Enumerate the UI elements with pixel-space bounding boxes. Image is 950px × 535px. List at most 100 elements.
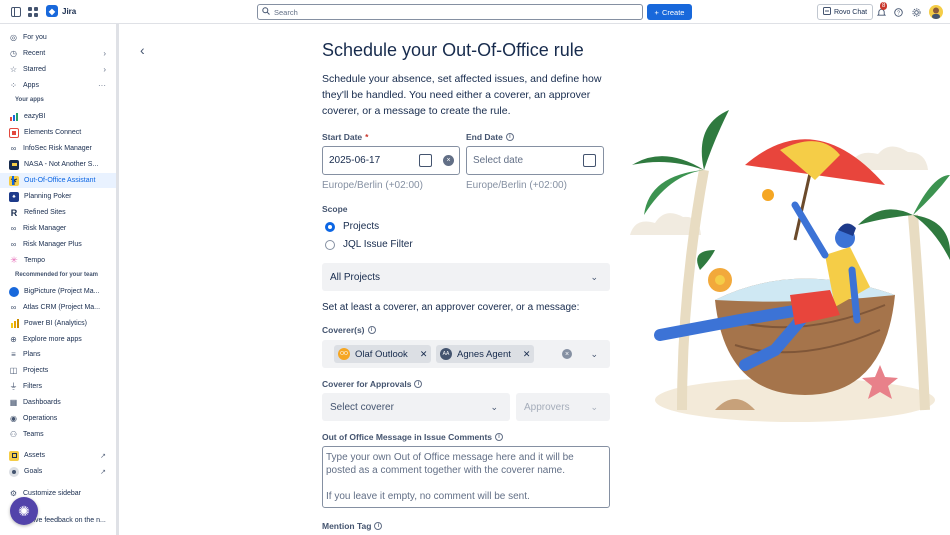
sidebar-item-operations[interactable]: ◉ Operations bbox=[0, 411, 116, 426]
required-asterisk: * bbox=[365, 132, 369, 142]
calendar-icon[interactable] bbox=[419, 154, 432, 167]
app-switcher-icon[interactable] bbox=[26, 5, 40, 19]
user-circle-icon: ◎ bbox=[10, 33, 17, 42]
sidebar-item-label: NASA - Not Another S... bbox=[24, 161, 99, 168]
sidebar-item-label: Starred bbox=[23, 66, 46, 73]
sidebar-item-teams[interactable]: ⚇ Teams bbox=[0, 427, 116, 442]
chevron-down-icon: ⌄ bbox=[590, 271, 598, 282]
rovo-icon bbox=[823, 7, 831, 17]
start-date-input[interactable]: 2025-06-17 × bbox=[322, 146, 460, 175]
sidebar-item-goals[interactable]: Goals ↗ bbox=[0, 464, 116, 479]
end-date-label: End Date i bbox=[466, 132, 514, 142]
end-date-input[interactable]: Select date bbox=[466, 146, 604, 175]
sidebar-item-label: Goals bbox=[24, 468, 43, 475]
scope-label: Scope bbox=[322, 204, 348, 214]
sidebar-item-assets[interactable]: Assets ↗ bbox=[0, 448, 116, 463]
sidebar-item-label: For you bbox=[23, 34, 47, 41]
end-timezone: Europe/Berlin (+02:00) bbox=[466, 180, 567, 191]
sidebar-app-out-of-office[interactable]: Out-Of-Office Assistant bbox=[0, 173, 116, 188]
eazybi-icon bbox=[9, 112, 19, 122]
select-coverer-dropdown[interactable]: Select coverer ⌄ bbox=[322, 393, 510, 421]
sidebar-item-label: Customize sidebar bbox=[23, 490, 81, 497]
sidebar-app-elements-connect[interactable]: Elements Connect bbox=[0, 125, 116, 140]
sidebar-item-projects[interactable]: ◫ Projects bbox=[0, 363, 116, 378]
powerbi-icon bbox=[9, 319, 19, 329]
remove-icon[interactable]: ✕ bbox=[420, 349, 428, 360]
chevron-down-icon: ⌄ bbox=[490, 401, 498, 412]
sidebar-item-label: Give feedback on the n... bbox=[28, 517, 106, 524]
sidebar-app-planning-poker[interactable]: ♠ Planning Poker bbox=[0, 189, 116, 204]
info-icon[interactable]: i bbox=[505, 133, 514, 141]
create-label: Create bbox=[661, 7, 685, 17]
profile-avatar[interactable] bbox=[929, 5, 943, 19]
sidebar-item-label: Risk Manager Plus bbox=[23, 241, 82, 248]
sidebar-app-nasa[interactable]: NASA - Not Another S... bbox=[0, 157, 116, 172]
start-date-label-text: Start Date bbox=[322, 132, 363, 142]
sidebar-app-tempo[interactable]: ✳ Tempo bbox=[0, 253, 116, 268]
settings-gear-icon[interactable] bbox=[909, 5, 923, 19]
coverer-chip-agnes[interactable]: AA Agnes Agent ✕ bbox=[436, 345, 535, 363]
sidebar-app-risk-manager[interactable]: ∞ Risk Manager bbox=[0, 221, 116, 236]
sidebar-item-label: Elements Connect bbox=[24, 129, 82, 136]
scope-option-jql[interactable]: JQL Issue Filter bbox=[325, 239, 413, 250]
sidebar-app-risk-manager-plus[interactable]: ∞ Risk Manager Plus bbox=[0, 237, 116, 252]
sidebar-item-label: Risk Manager bbox=[23, 225, 67, 232]
dashboard-icon: ▦ bbox=[9, 398, 18, 407]
clear-icon[interactable]: × bbox=[443, 155, 454, 166]
help-icon[interactable]: ? bbox=[891, 5, 905, 19]
sidebar-item-plans[interactable]: ≡ Plans bbox=[0, 347, 116, 362]
sidebar-resize-handle[interactable] bbox=[116, 24, 119, 535]
sidebar-explore-apps[interactable]: ⊕ Explore more apps bbox=[0, 332, 116, 347]
sidebar-item-filters[interactable]: ⏚ Filters bbox=[0, 379, 116, 394]
start-timezone: Europe/Berlin (+02:00) bbox=[322, 180, 423, 191]
sidebar-rec-powerbi[interactable]: Power BI (Analytics) bbox=[0, 316, 116, 331]
sidebar-toggle-icon[interactable] bbox=[9, 5, 23, 19]
help-fab-button[interactable]: ✺ bbox=[10, 497, 38, 525]
your-apps-heading: Your apps bbox=[15, 97, 44, 103]
radio-unselected[interactable] bbox=[325, 239, 335, 250]
jira-logo[interactable]: ◆ Jira bbox=[46, 5, 76, 17]
search-input[interactable]: Search bbox=[257, 4, 643, 20]
info-icon[interactable]: i bbox=[367, 326, 376, 334]
info-icon[interactable]: i bbox=[374, 522, 383, 530]
remove-icon[interactable]: ✕ bbox=[523, 349, 531, 360]
sidebar-item-dashboards[interactable]: ▦ Dashboards bbox=[0, 395, 116, 410]
sidebar-app-infosec[interactable]: ∞ InfoSec Risk Manager bbox=[0, 141, 116, 156]
atlas-icon: ∞ bbox=[10, 303, 17, 312]
sidebar-rec-atlas[interactable]: ∞ Atlas CRM (Project Ma... bbox=[0, 300, 116, 315]
coverer-chip-olaf[interactable]: OO Olaf Outlook ✕ bbox=[334, 345, 432, 363]
sidebar-item-apps[interactable]: ⁘ Apps ··· bbox=[0, 78, 116, 93]
more-icon[interactable]: ··· bbox=[98, 81, 106, 90]
back-arrow-icon[interactable]: ‹ bbox=[140, 42, 145, 58]
explore-icon: ⊕ bbox=[10, 335, 17, 344]
radio-selected[interactable] bbox=[325, 221, 335, 232]
scope-option-label: Projects bbox=[343, 221, 380, 232]
sidebar-item-starred[interactable]: ☆ Starred › bbox=[0, 62, 116, 77]
sidebar-item-label: Atlas CRM (Project Ma... bbox=[23, 304, 101, 311]
plus-icon: + bbox=[654, 7, 659, 17]
projects-select[interactable]: All Projects ⌄ bbox=[322, 263, 610, 291]
star-icon: ☆ bbox=[9, 65, 18, 74]
apps-icon: ⁘ bbox=[10, 81, 17, 90]
info-icon[interactable]: i bbox=[495, 433, 504, 441]
sidebar-item-recent[interactable]: ◷ Recent › bbox=[0, 46, 116, 61]
clock-icon: ◷ bbox=[10, 49, 17, 58]
clear-all-icon[interactable]: × bbox=[562, 349, 572, 359]
app-name: Jira bbox=[62, 6, 77, 16]
sidebar-item-label: Recent bbox=[23, 50, 46, 57]
scope-option-projects[interactable]: Projects bbox=[325, 221, 379, 232]
chevron-right-icon: › bbox=[103, 49, 106, 58]
sidebar-app-refined-sites[interactable]: R Refined Sites bbox=[0, 205, 116, 220]
rovo-chat-button[interactable]: Rovo Chat bbox=[817, 4, 874, 20]
create-button[interactable]: + Create bbox=[647, 4, 692, 20]
approvers-dropdown[interactable]: Approvers ⌄ bbox=[516, 393, 610, 421]
sidebar-app-eazybi[interactable]: eazyBI bbox=[0, 109, 116, 124]
chevron-right-icon: › bbox=[103, 65, 106, 74]
info-icon[interactable]: i bbox=[414, 380, 423, 388]
sidebar-rec-bigpicture[interactable]: BigPicture (Project Ma... bbox=[0, 284, 116, 299]
chevron-down-icon: ⌄ bbox=[590, 348, 598, 359]
oof-message-textarea[interactable]: Type your own Out of Office message here… bbox=[322, 446, 610, 508]
sidebar-item-for-you[interactable]: ◎ For you bbox=[0, 30, 116, 45]
calendar-icon[interactable] bbox=[583, 154, 596, 167]
sidebar-item-label: Explore more apps bbox=[23, 336, 82, 343]
